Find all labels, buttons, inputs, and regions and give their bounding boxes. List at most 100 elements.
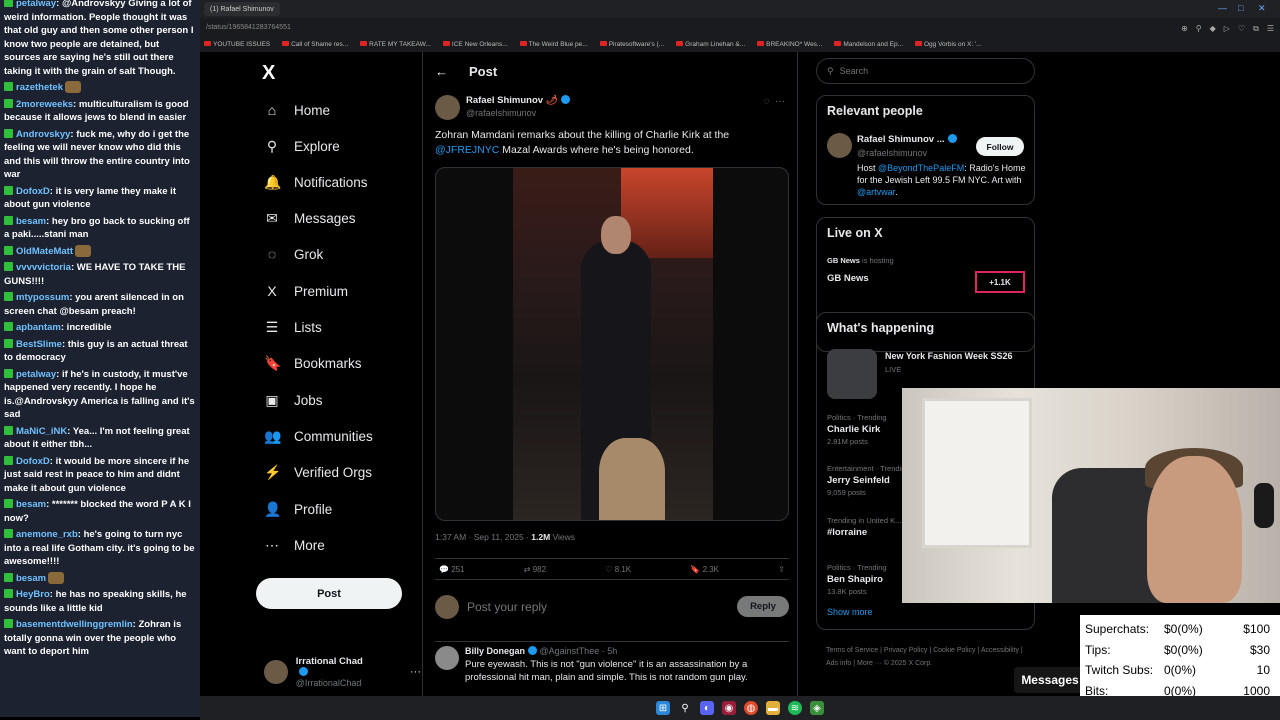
back-arrow-icon[interactable]: ←	[435, 64, 448, 79]
chat-username: HeyBro	[16, 589, 50, 600]
nav-label: Explore	[294, 139, 340, 154]
post-video[interactable]	[435, 167, 789, 521]
reply-post[interactable]: Billy Donegan @AgainstThee · 5h Pure eye…	[435, 641, 789, 684]
sidebar-footer[interactable]: Terms of Service | Privacy Policy | Cook…	[826, 644, 1036, 670]
event-name[interactable]: New York Fashion Week SS26	[885, 351, 1013, 361]
nav-item-verified-orgs[interactable]: ⚡ Verified Orgs	[264, 464, 372, 481]
nav-item-profile[interactable]: 👤 Profile	[264, 501, 332, 518]
maximize-icon[interactable]: □	[1238, 3, 1243, 13]
discord-icon[interactable]: ◐	[700, 701, 714, 715]
reply-author[interactable]: Billy Donegan @AgainstThee · 5h	[465, 646, 783, 656]
goal-value: $0(0%)	[1164, 622, 1203, 636]
post-author[interactable]: Rafael Shimunov 🌶 @rafaelshimunov	[435, 95, 570, 120]
avatar[interactable]	[827, 133, 852, 158]
explore-icon: ⚲	[266, 138, 278, 154]
nav-item-explore[interactable]: ⚲ Explore	[264, 138, 340, 155]
nav-item-communities[interactable]: 👥 Communities	[264, 428, 373, 445]
author-name[interactable]: Rafael Shimunov 🌶	[466, 95, 570, 106]
reply-button[interactable]: 💬 251	[439, 565, 465, 574]
grok-icon[interactable]: ◌	[763, 96, 769, 107]
spotify-icon[interactable]: ≋	[788, 701, 802, 715]
obs-icon[interactable]: ◉	[722, 701, 736, 715]
show-more-link[interactable]: Show more	[827, 607, 873, 617]
live-host[interactable]: GB News is hosting	[827, 256, 894, 265]
nav-item-notifications[interactable]: 🔔 Notifications	[264, 174, 368, 191]
browser-icon[interactable]: ◍	[744, 701, 758, 715]
address-bar[interactable]: /status/1965841283764551	[200, 18, 1280, 36]
bookmark-item[interactable]: BREAKINO* Wes...	[757, 41, 822, 48]
more-dots-icon[interactable]: ···	[410, 666, 421, 678]
author-handle[interactable]: @rafaelshimunov	[466, 108, 570, 118]
reply-submit-button[interactable]: Reply	[737, 596, 789, 617]
pin-icon[interactable]: ⚲	[1196, 24, 1202, 34]
bookmark-item[interactable]: ICE New Orleans...	[442, 41, 508, 48]
event-thumbnail[interactable]	[827, 349, 877, 399]
chat-username: basementdwellinggremlin	[16, 619, 133, 630]
chat-text: : incredible	[60, 322, 112, 333]
tab-strip: (1) Rafael Shimunov	[200, 0, 1280, 18]
nav-item-jobs[interactable]: ▣ Jobs	[264, 392, 322, 409]
play-icon[interactable]: ▷	[1224, 24, 1230, 34]
nav-item-bookmarks[interactable]: 🔖 Bookmarks	[264, 355, 362, 372]
bookmark-item[interactable]: Call of Shame res...	[282, 41, 348, 48]
bookmark-item[interactable]: The Weird Blue pe...	[519, 41, 588, 48]
close-icon[interactable]: ✕	[1258, 3, 1266, 14]
bookmark-item[interactable]: Ogg Vorbis on X: '...	[914, 41, 982, 48]
avatar[interactable]	[435, 646, 459, 670]
follow-button[interactable]: Follow	[976, 137, 1024, 156]
messages-drawer[interactable]: Messages	[1014, 667, 1086, 693]
event-status: LIVE	[885, 365, 902, 374]
heart-icon[interactable]: ♡	[1238, 24, 1245, 34]
start-icon[interactable]: ⊞	[656, 701, 670, 715]
app-icon[interactable]: ◈	[810, 701, 824, 715]
bookmark-button[interactable]: 🔖 2.3K	[690, 565, 719, 574]
bio-link[interactable]: @BeyondThePaleFM	[878, 163, 964, 173]
nav-item-lists[interactable]: ☰ Lists	[264, 319, 322, 336]
trend-name: Charlie Kirk	[827, 424, 881, 435]
chat-message: vvvvvictoria: WE HAVE TO TAKE THE GUNS!!…	[4, 261, 196, 288]
share-icon[interactable]: ⇪	[778, 565, 785, 574]
search-input[interactable]: ⚲ Search	[816, 58, 1035, 84]
bio-link[interactable]: @artvwar	[857, 187, 895, 197]
repost-button[interactable]: ⇄ 982	[524, 565, 546, 574]
trend-item[interactable]: Politics · Trending Ben Shapiro 13.8K post…	[827, 563, 887, 596]
x-logo-icon[interactable]: X	[262, 62, 275, 85]
zoom-icon[interactable]: ⊕	[1181, 24, 1188, 34]
extensions-icon[interactable]: ⧉	[1253, 24, 1259, 34]
nav-item-grok[interactable]: ◌ Grok	[264, 246, 323, 262]
person-name[interactable]: Rafael Shimunov ...	[857, 134, 957, 145]
badge-icon	[4, 455, 13, 465]
live-name[interactable]: GB News	[827, 273, 869, 284]
account-switcher[interactable]: Irrational Chad @IrrationalChad ···	[264, 656, 421, 688]
trend-item[interactable]: Entertainment · Trending Jerry Seinfeld 9,…	[827, 464, 910, 497]
avatar[interactable]	[435, 95, 460, 120]
trend-item[interactable]: Trending in United K... #lorraine	[827, 516, 901, 540]
compose-post-button[interactable]: Post	[256, 578, 402, 609]
nav-item-messages[interactable]: ✉ Messages	[264, 210, 355, 227]
person-handle[interactable]: @rafaelshimunov	[857, 148, 927, 158]
more-dots-icon[interactable]: ···	[775, 96, 785, 107]
nav-item-premium[interactable]: X Premium	[264, 283, 348, 299]
search-icon[interactable]: ⚲	[678, 701, 692, 715]
badge-icon	[4, 619, 13, 628]
mention-link[interactable]: @JFREJNYC	[435, 144, 499, 156]
bookmark-item[interactable]: Graham Linehan &...	[676, 41, 745, 48]
shield-icon[interactable]: ◆	[1210, 24, 1216, 34]
folder-icon[interactable]: ▬	[766, 701, 780, 715]
minimize-icon[interactable]: —	[1218, 3, 1227, 13]
live-listeners-badge[interactable]: +1.1K	[975, 271, 1025, 293]
nav-item-more[interactable]: ⋯ More	[264, 537, 325, 554]
menu-icon[interactable]: ☰	[1267, 24, 1274, 34]
bookmark-item[interactable]: YOUTUBE ISSUES	[204, 41, 270, 48]
like-button[interactable]: ♡ 8.1K	[605, 565, 631, 574]
bookmark-item[interactable]: Mandelson and Ep...	[834, 41, 903, 48]
nav-item-home[interactable]: ⌂ Home	[264, 102, 330, 118]
trend-item[interactable]: Politics · Trending Charlie Kirk 2.81M pos…	[827, 413, 887, 446]
trend-name: #lorraine	[827, 527, 868, 538]
bookmark-item[interactable]: Piratesoftware's (...	[599, 41, 664, 48]
goal-row: Tips: $0(0%) $30	[1085, 640, 1276, 661]
reply-input[interactable]: Post your reply	[467, 600, 547, 614]
bookmark-item[interactable]: RATE MY TAKEAW...	[360, 41, 431, 48]
nav-label: Bookmarks	[294, 356, 362, 371]
browser-tab[interactable]: (1) Rafael Shimunov	[204, 2, 280, 16]
